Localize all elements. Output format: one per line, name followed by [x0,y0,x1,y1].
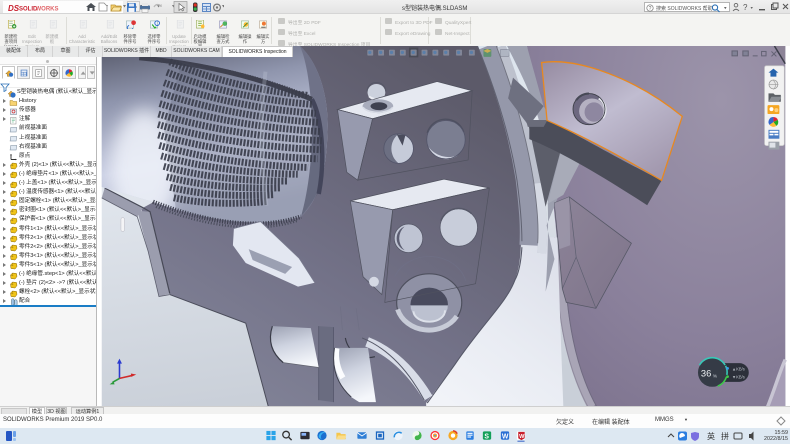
svg-text:拼: 拼 [721,431,729,441]
svg-text:%: % [713,373,718,379]
svg-text:DS: DS [8,4,20,13]
svg-text:S: S [484,433,489,440]
svg-text:W: W [519,434,525,440]
svg-text:W: W [502,433,509,440]
svg-text:WORKS: WORKS [36,7,59,13]
svg-text:36: 36 [701,368,711,378]
svg-text:搜索 SOLIDWORKS 帮助: 搜索 SOLIDWORKS 帮助 [656,5,713,12]
svg-text:▼KB/s: ▼KB/s [732,375,745,380]
svg-text:?: ? [743,3,748,12]
svg-text:英: 英 [707,431,715,441]
svg-text:▲KB/s: ▲KB/s [732,366,745,371]
svg-text:?: ? [649,6,652,12]
